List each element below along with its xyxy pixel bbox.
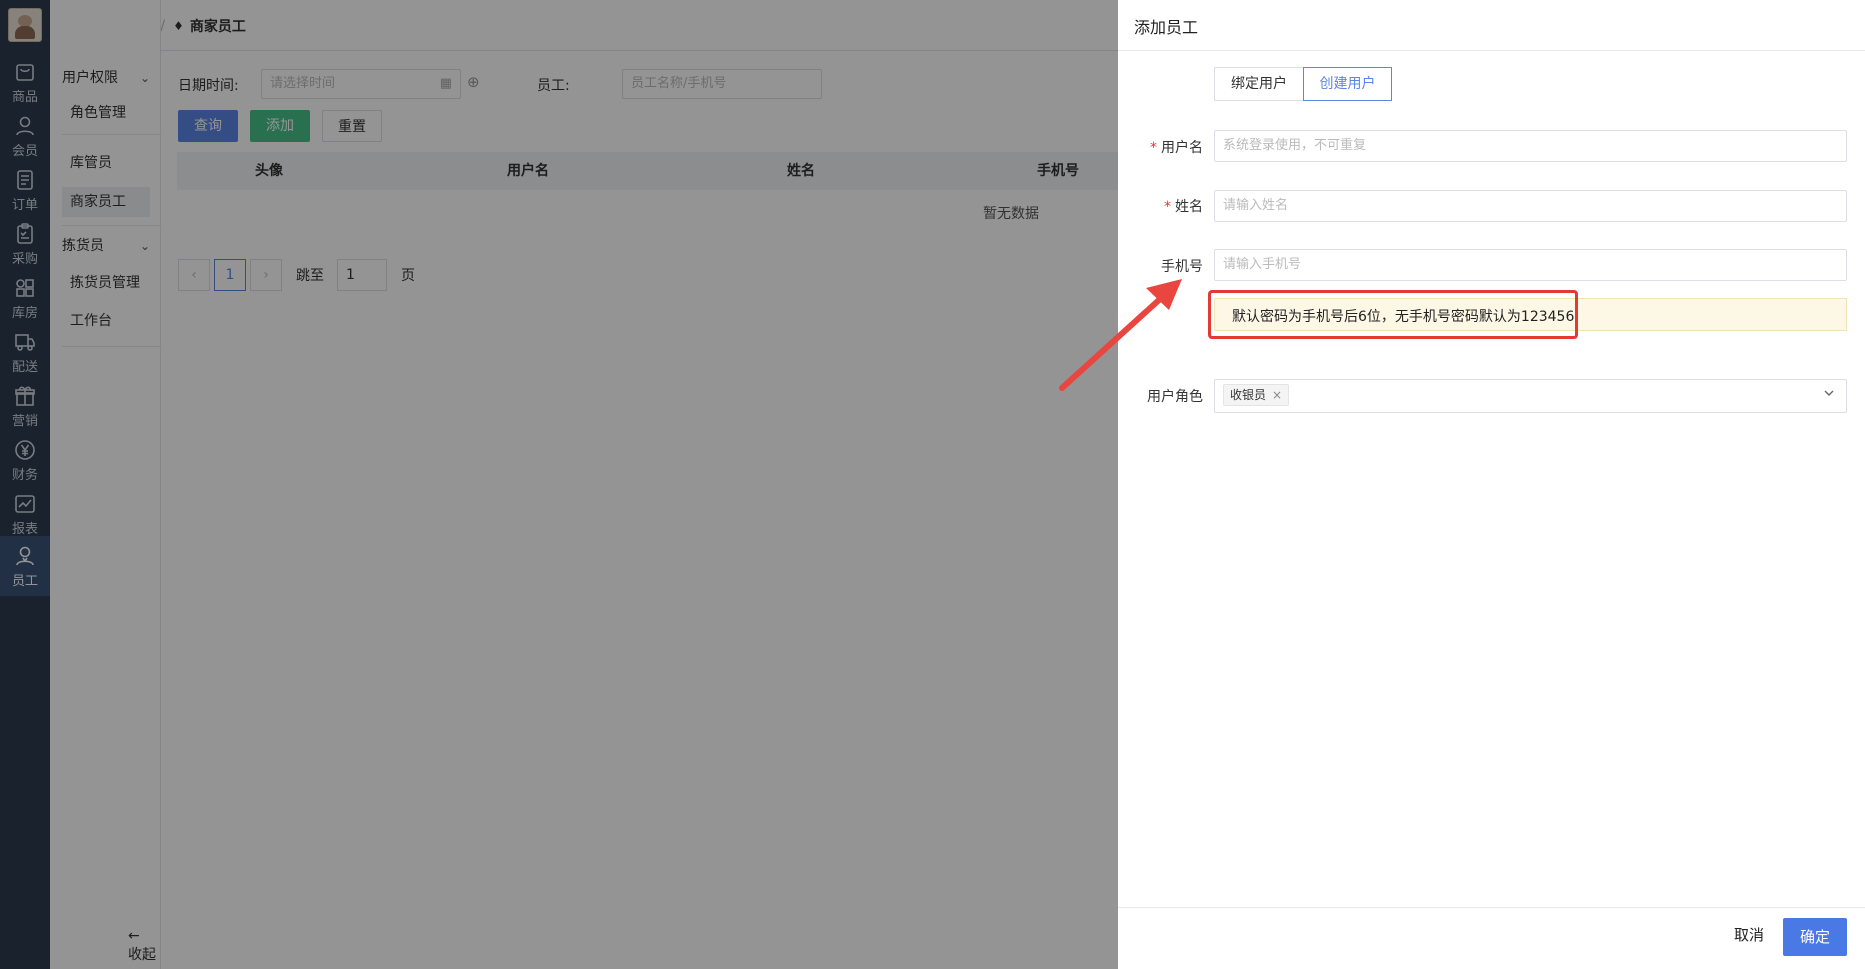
phone-label: 手机号 — [1161, 259, 1203, 275]
name-label: * 姓名 — [1164, 199, 1203, 215]
role-label: 用户角色 — [1147, 389, 1203, 405]
confirm-button[interactable]: 确定 — [1783, 918, 1847, 956]
name-input[interactable]: 请输入姓名 — [1214, 190, 1847, 222]
tab-bind-user[interactable]: 绑定用户 — [1214, 67, 1304, 101]
close-icon[interactable]: × — [1272, 388, 1282, 402]
role-select[interactable]: 收银员 × — [1214, 379, 1847, 413]
phone-input[interactable]: 请输入手机号 — [1214, 249, 1847, 281]
drawer-divider — [1118, 50, 1865, 51]
username-label: * 用户名 — [1150, 140, 1203, 156]
role-tag: 收银员 × — [1223, 384, 1290, 406]
cancel-button[interactable]: 取消 — [1734, 924, 1764, 945]
username-input[interactable]: 系统登录使用，不可重复 — [1214, 130, 1847, 162]
tab-create-user[interactable]: 创建用户 — [1303, 67, 1392, 101]
modal-overlay[interactable] — [0, 0, 1118, 969]
annotation-highlight-box — [1208, 290, 1578, 339]
add-staff-drawer: 添加员工 绑定用户 创建用户 * 用户名 系统登录使用，不可重复 * 姓名 请输入姓… — [1118, 0, 1865, 969]
drawer-title: 添加员工 — [1134, 18, 1199, 37]
drawer-footer-divider — [1118, 907, 1865, 908]
chevron-down-icon — [1824, 390, 1834, 396]
